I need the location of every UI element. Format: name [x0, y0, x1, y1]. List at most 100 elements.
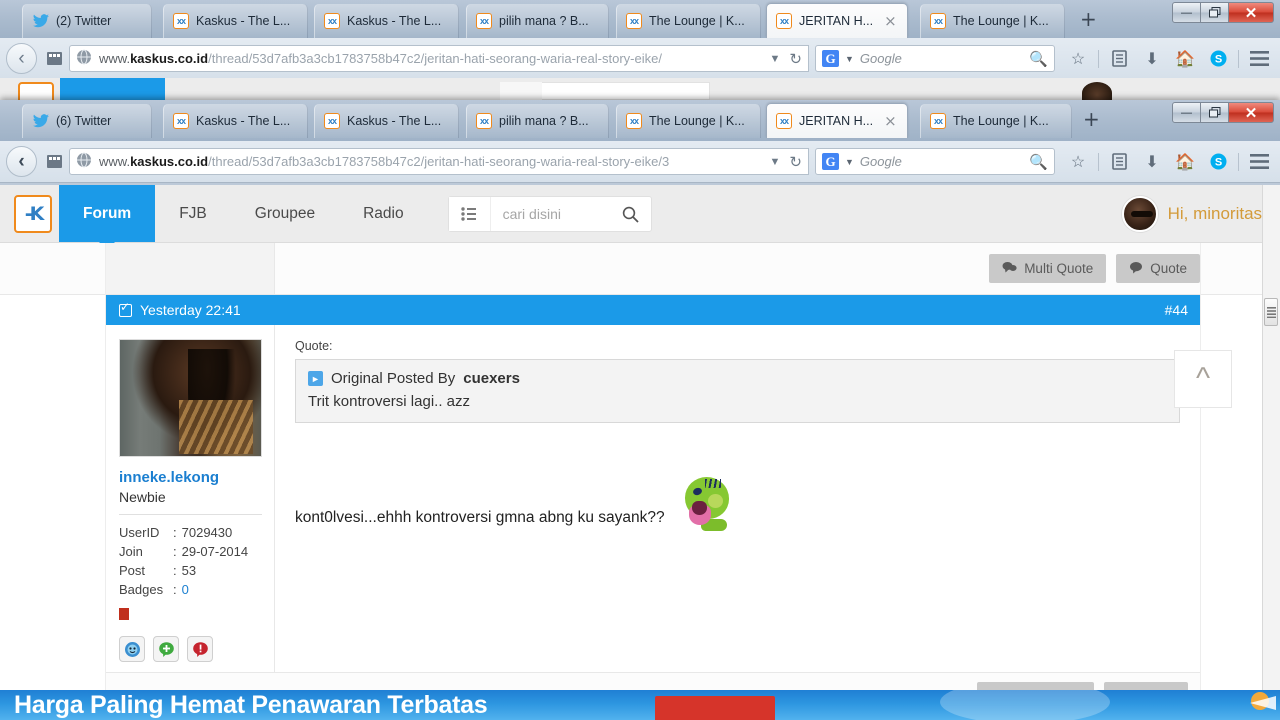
- nav-item-groupee[interactable]: Groupee: [231, 185, 339, 242]
- site-search[interactable]: cari disini: [447, 196, 652, 232]
- tab-2[interactable]: xx Kaskus - The L...: [314, 4, 459, 38]
- tab-strip-background[interactable]: (2) Twitter xx Kaskus - The L... xx Kaskus -…: [0, 0, 1280, 38]
- search-input-background[interactable]: Google: [860, 51, 1023, 66]
- new-tab-button[interactable]: +: [1083, 109, 1100, 129]
- quote-jump-icon[interactable]: ►: [308, 371, 323, 386]
- site-navigation[interactable]: Forum FJB Groupee Radio: [59, 185, 428, 250]
- post-select-checkbox[interactable]: [119, 301, 132, 317]
- maximize-button[interactable]: [1200, 2, 1229, 23]
- kaskus-logo[interactable]: -K: [14, 195, 52, 233]
- downloads-icon[interactable]: ⬇: [1137, 147, 1167, 177]
- tab-0[interactable]: (6) Twitter: [22, 104, 152, 138]
- page-scrollbar[interactable]: [1262, 185, 1280, 720]
- maximize-button[interactable]: [1200, 102, 1229, 123]
- tab-3[interactable]: xx pilih mana ? B...: [466, 4, 609, 38]
- search-icon[interactable]: 🔍: [1029, 50, 1048, 68]
- close-button[interactable]: ✕: [1228, 2, 1274, 23]
- author-avatar-image[interactable]: [119, 339, 262, 457]
- chevron-down-icon[interactable]: ▼: [845, 157, 854, 167]
- quote-attribution-user[interactable]: cuexers: [463, 370, 520, 387]
- site-search-input[interactable]: cari disini: [491, 206, 611, 222]
- tab-1[interactable]: xx Kaskus - The L...: [163, 4, 308, 38]
- profile-icon-button[interactable]: [119, 636, 145, 662]
- navigation-bar-background[interactable]: ‹ www.kaskus.co.id/thread/53d7afb3a3cb17…: [0, 38, 1280, 80]
- reading-list-icon[interactable]: [1104, 44, 1134, 74]
- reading-list-icon[interactable]: [1104, 147, 1134, 177]
- close-button[interactable]: ✕: [1228, 102, 1274, 123]
- tab-4[interactable]: xx The Lounge | K...: [616, 104, 761, 138]
- new-tab-button[interactable]: +: [1080, 9, 1097, 29]
- tab-close-icon[interactable]: ×: [884, 113, 897, 129]
- post-header-left[interactable]: Yesterday 22:41: [119, 301, 241, 318]
- url-bar-foreground[interactable]: www.kaskus.co.id/thread/53d7afb3a3cb1783…: [69, 148, 809, 175]
- report-post-button[interactable]: [187, 636, 213, 662]
- reload-icon[interactable]: ↻: [789, 153, 802, 171]
- search-input-foreground[interactable]: Google: [860, 154, 1023, 169]
- author-action-buttons[interactable]: [119, 636, 262, 662]
- home-icon[interactable]: 🏠: [1170, 147, 1200, 177]
- previous-post-toolbar[interactable]: Multi Quote Quote: [0, 243, 1280, 295]
- minimize-button[interactable]: —: [1172, 102, 1201, 123]
- browser-toolbar-foreground[interactable]: ☆ ⬇ 🏠 S: [1055, 147, 1274, 177]
- author-username[interactable]: inneke.lekong: [119, 469, 262, 486]
- tab-2[interactable]: xx Kaskus - The L...: [314, 104, 459, 138]
- tab-6[interactable]: xx The Lounge | K...: [920, 4, 1065, 38]
- skype-icon[interactable]: S: [1203, 44, 1233, 74]
- url-actions[interactable]: ▼ ↻: [770, 153, 802, 171]
- nav-item-forum[interactable]: Forum: [59, 185, 156, 250]
- chevron-down-icon[interactable]: ▼: [845, 54, 854, 64]
- post-number[interactable]: #44: [1165, 302, 1188, 318]
- minimize-button[interactable]: —: [1172, 2, 1201, 23]
- bookmark-star-icon[interactable]: ☆: [1063, 147, 1093, 177]
- back-button[interactable]: ‹: [6, 43, 37, 74]
- quote-button-top[interactable]: Quote: [1116, 254, 1200, 283]
- back-to-top-button[interactable]: ^: [1174, 350, 1232, 408]
- back-button[interactable]: ‹: [6, 146, 37, 177]
- chevron-down-icon[interactable]: ▼: [770, 53, 781, 65]
- url-actions[interactable]: ▼ ↻: [770, 50, 802, 68]
- tab-4[interactable]: xx The Lounge | K...: [616, 4, 761, 38]
- hamburger-menu-icon[interactable]: [1244, 44, 1274, 74]
- ad-banner[interactable]: Harga Paling Hemat Penawaran Terbatas: [0, 690, 1280, 720]
- search-box-foreground[interactable]: G ▼ Google 🔍: [815, 148, 1055, 175]
- add-reputation-button[interactable]: [153, 636, 179, 662]
- post-header[interactable]: Yesterday 22:41 #44: [105, 295, 1200, 325]
- site-header[interactable]: -K Forum FJB Groupee Radio cari disini Hi, …: [0, 185, 1280, 250]
- search-icon[interactable]: [611, 206, 651, 223]
- downloads-icon[interactable]: ⬇: [1137, 44, 1167, 74]
- scrollbar-thumb[interactable]: [1264, 298, 1278, 326]
- browser-window-foreground[interactable]: (6) Twitter xx Kaskus - The L... xx Kaskus -…: [0, 100, 1280, 185]
- chevron-down-icon[interactable]: ▼: [770, 156, 781, 168]
- svg-text:S: S: [1214, 54, 1221, 66]
- tab-strip-foreground[interactable]: (6) Twitter xx Kaskus - The L... xx Kaskus -…: [0, 100, 1280, 141]
- tab-5-active[interactable]: xx JERITAN H... ×: [766, 3, 908, 38]
- window-controls-foreground[interactable]: — ✕: [1172, 102, 1274, 123]
- tab-5-active[interactable]: xx JERITAN H... ×: [766, 103, 908, 138]
- tab-0[interactable]: (2) Twitter: [22, 4, 152, 38]
- multi-quote-button-top[interactable]: Multi Quote: [989, 254, 1107, 283]
- navigation-bar-foreground[interactable]: ‹ www.kaskus.co.id/thread/53d7afb3a3cb17…: [0, 141, 1280, 183]
- banner-cta-button[interactable]: [655, 696, 775, 720]
- search-icon[interactable]: 🔍: [1029, 153, 1048, 171]
- previous-post-actions[interactable]: Multi Quote Quote: [275, 243, 1280, 294]
- tab-1[interactable]: xx Kaskus - The L...: [163, 104, 308, 138]
- search-category-icon[interactable]: [448, 197, 491, 231]
- page-viewport[interactable]: -K Forum FJB Groupee Radio cari disini Hi, …: [0, 185, 1280, 720]
- hamburger-menu-icon[interactable]: [1244, 147, 1274, 177]
- reload-icon[interactable]: ↻: [789, 50, 802, 68]
- home-icon[interactable]: 🏠: [1170, 44, 1200, 74]
- avatar[interactable]: [1121, 196, 1158, 232]
- tab-3[interactable]: xx pilih mana ? B...: [466, 104, 609, 138]
- browser-toolbar-background[interactable]: ☆ ⬇ 🏠 S: [1055, 44, 1274, 74]
- skype-icon[interactable]: S: [1203, 147, 1233, 177]
- author-field-value[interactable]: 0: [182, 580, 189, 599]
- search-box-background[interactable]: G ▼ Google 🔍: [815, 45, 1055, 72]
- tab-6[interactable]: xx The Lounge | K...: [920, 104, 1072, 138]
- user-greeting-area[interactable]: Hi, minoritas.ja: [1121, 185, 1280, 243]
- url-bar-background[interactable]: www.kaskus.co.id/thread/53d7afb3a3cb1783…: [69, 45, 809, 72]
- nav-item-fjb[interactable]: FJB: [155, 185, 231, 242]
- tab-close-icon[interactable]: ×: [884, 13, 897, 29]
- bookmark-star-icon[interactable]: ☆: [1063, 44, 1093, 74]
- window-controls-background[interactable]: — ✕: [1172, 2, 1274, 23]
- nav-item-radio[interactable]: Radio: [339, 185, 428, 242]
